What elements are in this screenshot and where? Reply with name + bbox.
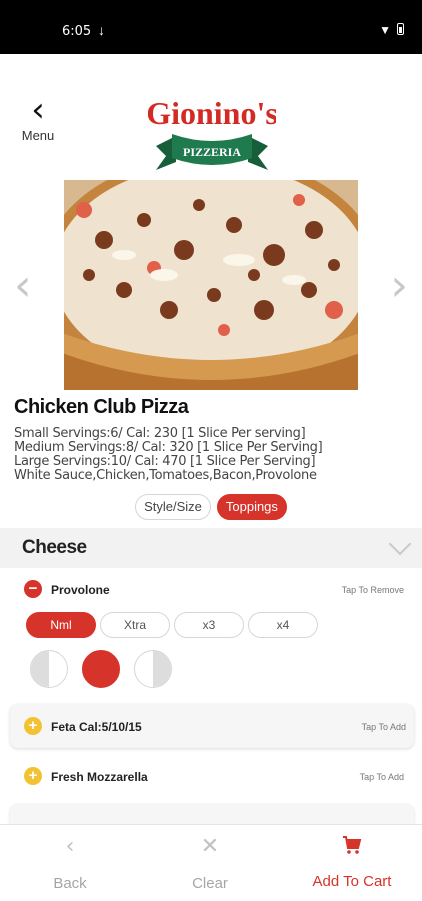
wifi-icon: ▼: [379, 23, 391, 37]
gioninos-logo: Gionino's PIZZERIA: [148, 95, 276, 170]
bottom-action-bar: ‹ Back ✕ Clear Add To Cart: [0, 824, 422, 900]
whole-pizza-button[interactable]: [82, 650, 120, 688]
amount-triple-button[interactable]: x3: [174, 612, 244, 638]
amount-quadruple-button[interactable]: x4: [248, 612, 318, 638]
description-line: Large Servings:10/ Cal: 470 [1 Slice Per…: [14, 454, 316, 469]
status-icons: ▼: [379, 23, 404, 37]
description-line: Small Servings:6/ Cal: 230 [1 Slice Per …: [14, 426, 306, 441]
menu-back-button[interactable]: ‹ Menu: [14, 90, 62, 144]
clear-label: Clear: [192, 875, 228, 892]
close-icon: ✕: [200, 834, 220, 859]
battery-icon: [397, 23, 404, 35]
cart-icon: [290, 835, 414, 861]
pizza-image: [64, 180, 358, 390]
header: ‹ Menu Gionino's PIZZERIA: [0, 54, 422, 178]
topping-action: Tap To Add: [361, 722, 406, 732]
status-bar: 6:05 ↓ ▼: [0, 0, 422, 54]
topping-card[interactable]: + Feta Cal:5/10/15 Tap To Add: [10, 704, 414, 748]
cart-label: Add To Cart: [312, 873, 392, 890]
topping-row[interactable]: − Provolone Tap To Remove: [0, 580, 422, 600]
download-icon: ↓: [98, 22, 105, 38]
chevron-left-icon: ‹: [65, 834, 75, 859]
amount-normal-button[interactable]: Nml: [26, 612, 96, 638]
chevron-down-icon: [388, 532, 412, 556]
item-description: Small Servings:6/ Cal: 230 [1 Slice Per …: [14, 427, 414, 483]
section-title: Cheese: [22, 537, 87, 558]
back-label: Back: [53, 875, 87, 892]
add-icon[interactable]: +: [24, 717, 42, 735]
add-to-cart-button[interactable]: Add To Cart: [290, 825, 414, 901]
topping-name: Fresh Mozzarella: [51, 770, 148, 784]
back-button[interactable]: ‹ Back: [20, 825, 120, 901]
description-line: Medium Servings:8/ Cal: 320 [1 Slice Per…: [14, 440, 323, 455]
topping-name: Provolone: [51, 583, 110, 597]
description-line: White Sauce,Chicken,Tomatoes,Bacon,Provo…: [14, 468, 317, 483]
topping-card-partial: [10, 804, 414, 824]
left-half-button[interactable]: [30, 650, 68, 688]
topping-row[interactable]: + Fresh Mozzarella Tap To Add: [0, 767, 422, 787]
placement-selector: [30, 650, 172, 688]
topping-action: Tap To Add: [359, 772, 404, 782]
topping-action: Tap To Remove: [341, 585, 404, 595]
tab-toppings[interactable]: Toppings: [216, 494, 287, 520]
next-image-arrow[interactable]: ›: [390, 262, 408, 310]
add-icon[interactable]: +: [24, 767, 42, 785]
previous-image-arrow[interactable]: ‹: [14, 262, 32, 310]
amount-extra-button[interactable]: Xtra: [100, 612, 170, 638]
cheese-section-header[interactable]: Cheese: [0, 528, 422, 568]
logo-banner: PIZZERIA: [183, 145, 241, 159]
status-time: 6:05: [62, 24, 92, 39]
right-half-button[interactable]: [134, 650, 172, 688]
remove-icon[interactable]: −: [24, 580, 42, 598]
topping-name: Feta Cal:5/10/15: [51, 720, 142, 734]
item-title: Chicken Club Pizza: [14, 396, 189, 418]
clear-button[interactable]: ✕ Clear: [160, 825, 260, 901]
menu-label: Menu: [21, 128, 55, 143]
chevron-left-icon: ‹: [31, 90, 45, 130]
logo-text: Gionino's: [148, 95, 276, 131]
option-tabs: Style/Size Toppings: [0, 494, 422, 520]
tab-style-size[interactable]: Style/Size: [135, 494, 211, 520]
amount-selector: Nml Xtra x3 x4: [26, 612, 318, 638]
